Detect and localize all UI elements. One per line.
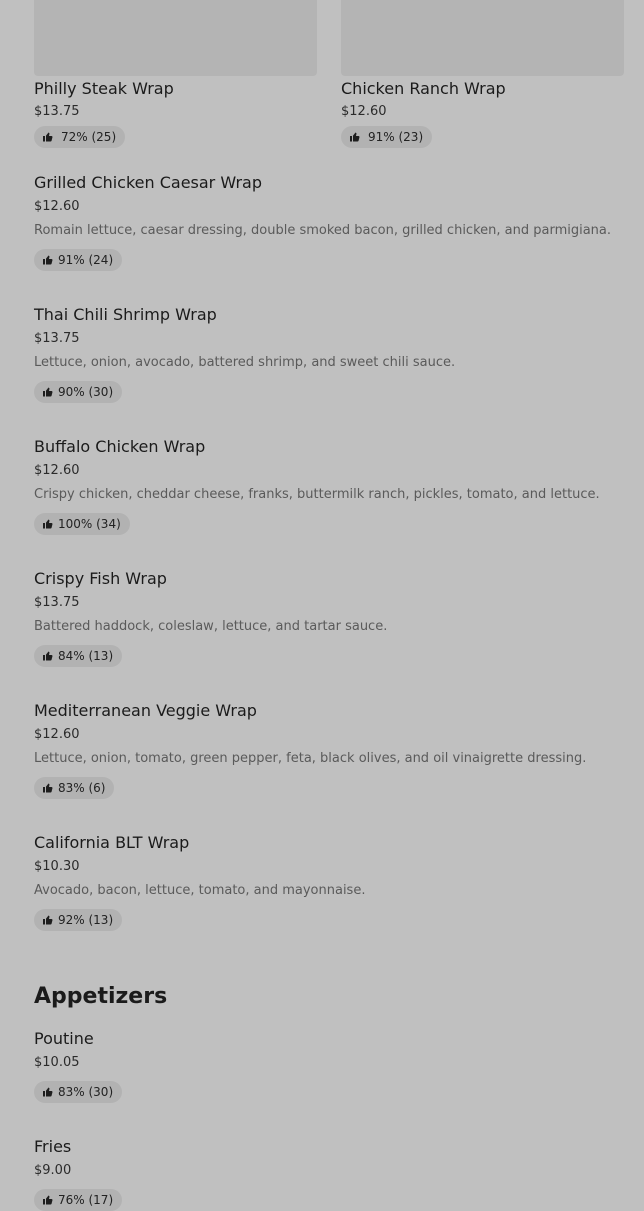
menu-item-card[interactable]: Philly Steak Wrap $13.75 72% (25) [34, 0, 317, 148]
menu-item-name: California BLT Wrap [34, 833, 190, 852]
menu-item-price: $13.75 [34, 331, 80, 346]
thumbs-up-icon [42, 650, 54, 662]
menu-item-price: $13.75 [34, 104, 80, 119]
thumbs-up-icon [42, 1194, 54, 1206]
rating-badge: 84% (13) [34, 645, 123, 667]
menu-item-name: Philly Steak Wrap [34, 79, 174, 98]
rating-badge: 72% (25) [34, 126, 126, 148]
rating-text: 91% (23) [368, 130, 424, 144]
rating-badge: 83% (6) [34, 777, 115, 799]
menu-item-price: $12.60 [34, 727, 80, 742]
top-item-grid: Philly Steak Wrap $13.75 72% (25) Chicke… [34, 0, 624, 160]
menu-item-price: $13.75 [34, 595, 80, 610]
rating-badge: 90% (30) [34, 381, 123, 403]
menu-item-description: Lettuce, onion, avocado, battered shrimp… [34, 355, 456, 370]
rating-badge: 83% (30) [34, 1081, 123, 1103]
rating-text: 91% (24) [58, 253, 114, 267]
thumbs-up-icon [42, 1086, 54, 1098]
thumbs-up-icon [42, 518, 54, 530]
menu-item-price: $12.60 [341, 104, 387, 119]
rating-text: 83% (30) [58, 1085, 114, 1099]
thumbs-up-icon [42, 782, 54, 794]
menu-item-description: Lettuce, onion, tomato, green pepper, fe… [34, 751, 587, 766]
menu-item-card[interactable]: Chicken Ranch Wrap $12.60 91% (23) [341, 0, 624, 148]
thumbs-up-icon [42, 914, 54, 926]
section-title: Appetizers [34, 984, 168, 1009]
rating-text: 76% (17) [58, 1193, 114, 1207]
menu-item-description: Battered haddock, coleslaw, lettuce, and… [34, 619, 388, 634]
menu-item-image [341, 0, 624, 76]
rating-text: 90% (30) [58, 385, 114, 399]
menu-item-price: $10.05 [34, 1055, 80, 1070]
menu-item-description: Avocado, bacon, lettuce, tomato, and may… [34, 883, 366, 898]
rating-text: 84% (13) [58, 649, 114, 663]
menu-item-name: Mediterranean Veggie Wrap [34, 701, 257, 720]
thumbs-up-icon [42, 131, 54, 143]
rating-text: 100% (34) [58, 517, 121, 531]
rating-badge: 92% (13) [34, 909, 123, 931]
menu-item-price: $12.60 [34, 199, 80, 214]
thumbs-up-icon [42, 386, 54, 398]
menu-item-price: $9.00 [34, 1163, 72, 1178]
menu-item-name: Thai Chili Shrimp Wrap [34, 305, 217, 324]
menu-item-name: Fries [34, 1137, 72, 1156]
menu-item-name: Chicken Ranch Wrap [341, 79, 506, 98]
menu-item-image [34, 0, 317, 76]
rating-badge: 91% (24) [34, 249, 123, 271]
menu-item-price: $10.30 [34, 859, 80, 874]
rating-text: 83% (6) [58, 781, 106, 795]
menu-item-name: Buffalo Chicken Wrap [34, 437, 206, 456]
menu-item-name: Poutine [34, 1029, 94, 1048]
rating-text: 72% (25) [61, 130, 117, 144]
thumbs-up-icon [349, 131, 361, 143]
menu-item-name: Crispy Fish Wrap [34, 569, 167, 588]
rating-badge: 100% (34) [34, 513, 130, 535]
menu-item-description: Crispy chicken, cheddar cheese, franks, … [34, 487, 600, 502]
rating-badge: 91% (23) [341, 126, 433, 148]
rating-badge: 76% (17) [34, 1189, 123, 1211]
menu-item-name: Grilled Chicken Caesar Wrap [34, 173, 262, 192]
thumbs-up-icon [42, 254, 54, 266]
menu-item-price: $12.60 [34, 463, 80, 478]
menu-item-description: Romain lettuce, caesar dressing, double … [34, 223, 612, 238]
rating-text: 92% (13) [58, 913, 114, 927]
